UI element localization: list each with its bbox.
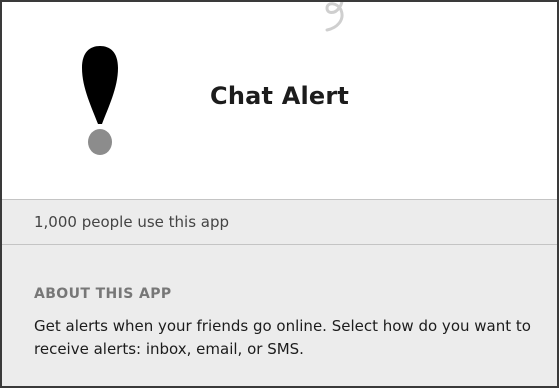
usage-count: 1,000 people use this app [34, 213, 230, 231]
app-title: Chat Alert [210, 82, 350, 110]
exclamation-icon [82, 46, 118, 155]
about-section: ABOUT THIS APP Get alerts when your frie… [2, 245, 557, 386]
watermark [325, 2, 344, 32]
app-card: Chat Alert 1,000 people use this app ABO… [0, 0, 559, 388]
about-description: Get alerts when your friends go online. … [34, 317, 531, 358]
usage-bar: 1,000 people use this app [2, 200, 557, 244]
app-header: Chat Alert [2, 2, 557, 199]
about-heading: ABOUT THIS APP [34, 286, 172, 302]
